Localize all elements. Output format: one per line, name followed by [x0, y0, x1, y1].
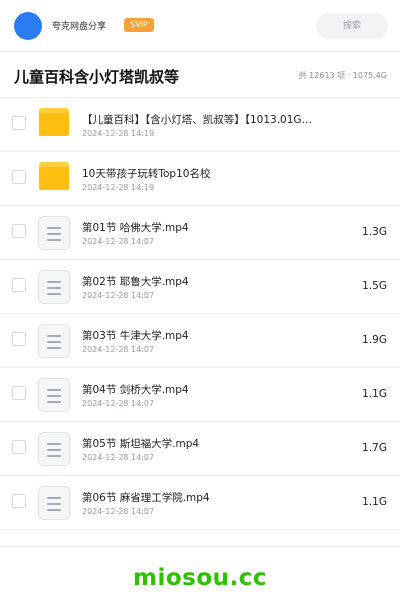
file-date: 2024-12-28 14:07	[82, 399, 155, 408]
svip-badge: SVIP	[124, 18, 154, 32]
file-row[interactable]: 第05节 斯坦福大学.mp4 2024-12-28 14:07 1.7G	[0, 422, 400, 476]
file-date: 2024-12-28 14:07	[82, 237, 155, 246]
file-name[interactable]: 第04节 剑桥大学.mp4	[82, 382, 332, 397]
video-file-icon	[38, 432, 70, 466]
search-input[interactable]: 搜索	[316, 13, 388, 39]
select-checkbox[interactable]	[12, 116, 26, 130]
file-row[interactable]: 第06节 麻省理工学院.mp4 2024-12-28 14:07 1.1G	[0, 476, 400, 530]
file-name[interactable]: 第02节 耶鲁大学.mp4	[82, 274, 332, 289]
file-name[interactable]: 第03节 牛津大学.mp4	[82, 328, 332, 343]
file-row[interactable]: 10天带孩子玩转Top10名校 2024-12-28 14:19	[0, 152, 400, 206]
video-file-icon	[38, 486, 70, 520]
folder-icon	[39, 108, 69, 136]
file-size: 1.7G	[362, 442, 387, 454]
select-checkbox[interactable]	[12, 440, 26, 454]
page-title: 儿童百科含小灯塔凯叔等	[14, 68, 180, 86]
avatar[interactable]	[14, 12, 42, 40]
file-row[interactable]: 第02节 耶鲁大学.mp4 2024-12-28 14:07 1.5G	[0, 260, 400, 314]
share-name: 夸克网盘分享	[52, 22, 107, 32]
file-row[interactable]: 第03节 牛津大学.mp4 2024-12-28 14:07 1.9G	[0, 314, 400, 368]
file-size: 1.1G	[362, 388, 387, 400]
select-checkbox[interactable]	[12, 494, 26, 508]
file-name[interactable]: 第06节 麻省理工学院.mp4	[82, 490, 332, 505]
select-checkbox[interactable]	[12, 386, 26, 400]
file-date: 2024-12-28 14:07	[82, 345, 155, 354]
video-file-icon	[38, 324, 70, 358]
watermark: miosou.cc	[132, 565, 268, 591]
file-stats: 共 12613 项 · 1075.4G	[298, 71, 387, 80]
title-bar: 儿童百科含小灯塔凯叔等 共 12613 项 · 1075.4G	[0, 52, 400, 98]
file-row[interactable]: 第01节 哈佛大学.mp4 2024-12-28 14:07 1.3G	[0, 206, 400, 260]
file-date: 2024-12-28 14:07	[82, 507, 155, 516]
file-date: 2024-12-28 14:07	[82, 453, 155, 462]
select-checkbox[interactable]	[12, 278, 26, 292]
file-size: 1.9G	[362, 334, 387, 346]
file-size: 1.3G	[362, 226, 387, 238]
select-checkbox[interactable]	[12, 170, 26, 184]
select-checkbox[interactable]	[12, 224, 26, 238]
file-date: 2024-12-28 14:19	[82, 183, 155, 192]
video-file-icon	[38, 216, 70, 250]
file-size: 1.5G	[362, 280, 387, 292]
file-name[interactable]: 10天带孩子玩转Top10名校	[82, 166, 332, 181]
file-row[interactable]: 【儿童百科】【含小灯塔、凯叔等】【1013.01G… 2024-12-28 14:…	[0, 98, 400, 152]
video-file-icon	[38, 270, 70, 304]
file-date: 2024-12-28 14:19	[82, 129, 155, 138]
folder-icon	[39, 162, 69, 190]
file-size: 1.1G	[362, 496, 387, 508]
share-header: 夸克网盘分享 SVIP 搜索	[0, 0, 400, 52]
file-date: 2024-12-28 14:07	[82, 291, 155, 300]
select-checkbox[interactable]	[12, 332, 26, 346]
file-name[interactable]: 第01节 哈佛大学.mp4	[82, 220, 332, 235]
file-name[interactable]: 第05节 斯坦福大学.mp4	[82, 436, 332, 451]
file-row[interactable]: 第04节 剑桥大学.mp4 2024-12-28 14:07 1.1G	[0, 368, 400, 422]
file-name[interactable]: 【儿童百科】【含小灯塔、凯叔等】【1013.01G…	[82, 112, 332, 127]
video-file-icon	[38, 378, 70, 412]
file-list: 【儿童百科】【含小灯塔、凯叔等】【1013.01G… 2024-12-28 14:…	[0, 98, 400, 530]
